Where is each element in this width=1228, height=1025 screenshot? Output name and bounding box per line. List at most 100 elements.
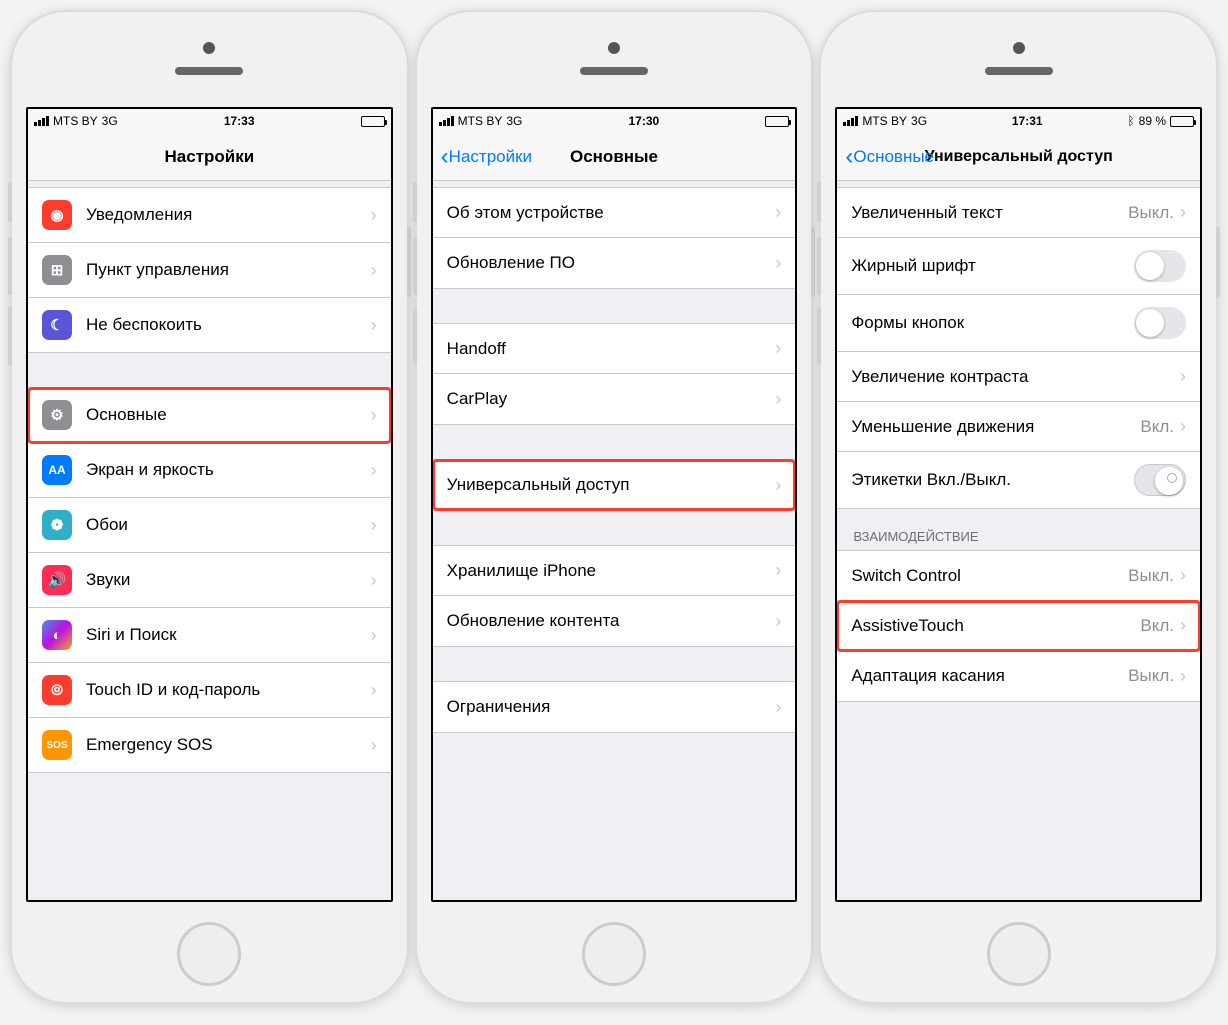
chevron-right-icon: › — [775, 560, 781, 581]
row-label: Хранилище iPhone — [447, 561, 776, 581]
row-label: Siri и Поиск — [86, 625, 371, 645]
row-switch-control[interactable]: Switch Control Выкл. › — [837, 551, 1200, 601]
row-software-update[interactable]: Обновление ПО › — [433, 238, 796, 288]
status-time: 17:31 — [927, 114, 1127, 128]
front-camera-icon — [608, 42, 620, 54]
row-onoff-labels[interactable]: Этикетки Вкл./Выкл. — [837, 452, 1200, 508]
row-label: Не беспокоить — [86, 315, 371, 335]
row-label: Формы кнопок — [851, 313, 1134, 333]
row-storage[interactable]: Хранилище iPhone › — [433, 546, 796, 596]
chevron-right-icon: › — [1180, 366, 1186, 387]
back-label: Основные — [853, 147, 934, 167]
chevron-right-icon: › — [371, 405, 377, 426]
toggle-bold-text[interactable] — [1134, 250, 1186, 282]
status-time: 17:30 — [522, 114, 765, 128]
siri-icon: ◐ — [42, 620, 72, 650]
row-label: Увеличенный текст — [851, 203, 1128, 223]
sound-icon: 🔊 — [42, 565, 72, 595]
notifications-icon: ◉ — [42, 200, 72, 230]
row-handoff[interactable]: Handoff › — [433, 324, 796, 374]
row-restrictions[interactable]: Ограничения › — [433, 682, 796, 732]
battery-pct: 89 % — [1139, 114, 1166, 128]
battery-icon — [765, 116, 789, 127]
screen-2: MTS BY 3G 17:30 ‹ Настройки Основные Об … — [431, 107, 798, 902]
accessibility-list: Увеличенный текст Выкл. › Жирный шрифт Ф… — [837, 181, 1200, 900]
row-reduce-motion[interactable]: Уменьшение движения Вкл. › — [837, 402, 1200, 452]
row-general[interactable]: ⚙ Основные › — [28, 388, 391, 443]
wallpaper-icon: ❁ — [42, 510, 72, 540]
page-title: Настройки — [28, 147, 391, 167]
screen-3: MTS BY 3G 17:31 ᛒ 89 % ‹ Основные Универ… — [835, 107, 1202, 902]
row-wallpaper[interactable]: ❁ Обои › — [28, 498, 391, 553]
carrier: MTS BY — [53, 114, 98, 128]
row-label: CarPlay — [447, 389, 776, 409]
row-label: Звуки — [86, 570, 371, 590]
back-button[interactable]: ‹ Основные — [845, 145, 934, 169]
home-button[interactable] — [987, 922, 1051, 986]
chevron-right-icon: › — [371, 625, 377, 646]
fingerprint-icon: ⦾ — [42, 675, 72, 705]
row-detail: Вкл. — [1140, 616, 1174, 636]
back-label: Настройки — [449, 147, 532, 167]
row-touch-accommodations[interactable]: Адаптация касания Выкл. › — [837, 651, 1200, 701]
row-about[interactable]: Об этом устройстве › — [433, 188, 796, 238]
chevron-right-icon: › — [775, 338, 781, 359]
row-larger-text[interactable]: Увеличенный текст Выкл. › — [837, 188, 1200, 238]
row-siri[interactable]: ◐ Siri и Поиск › — [28, 608, 391, 663]
nav-bar: Настройки — [28, 133, 391, 181]
row-label: Switch Control — [851, 566, 1128, 586]
chevron-right-icon: › — [1180, 615, 1186, 636]
phone-frame-2: MTS BY 3G 17:30 ‹ Настройки Основные Об … — [417, 12, 812, 1002]
chevron-right-icon: › — [1180, 666, 1186, 687]
row-background-refresh[interactable]: Обновление контента › — [433, 596, 796, 646]
row-label: Handoff — [447, 339, 776, 359]
toggle-onoff-labels[interactable] — [1134, 464, 1186, 496]
row-label: Основные — [86, 405, 371, 425]
row-sos[interactable]: SOS Emergency SOS › — [28, 718, 391, 772]
row-label: Адаптация касания — [851, 666, 1128, 686]
front-camera-icon — [1013, 42, 1025, 54]
row-assistivetouch[interactable]: AssistiveTouch Вкл. › — [837, 601, 1200, 651]
speaker-icon — [580, 67, 648, 75]
row-carplay[interactable]: CarPlay › — [433, 374, 796, 424]
row-label: Пункт управления — [86, 260, 371, 280]
chevron-right-icon: › — [775, 389, 781, 410]
row-touchid[interactable]: ⦾ Touch ID и код-пароль › — [28, 663, 391, 718]
battery-icon — [1170, 116, 1194, 127]
row-detail: Вкл. — [1140, 417, 1174, 437]
row-notifications[interactable]: ◉ Уведомления › — [28, 188, 391, 243]
home-button[interactable] — [177, 922, 241, 986]
chevron-right-icon: › — [371, 515, 377, 536]
row-increase-contrast[interactable]: Увеличение контраста › — [837, 352, 1200, 402]
screen-1: MTS BY 3G 17:33 Настройки ◉ Уведомления … — [26, 107, 393, 902]
row-label: Уведомления — [86, 205, 371, 225]
gear-icon: ⚙ — [42, 400, 72, 430]
status-time: 17:33 — [118, 114, 361, 128]
row-control-center[interactable]: ⊞ Пункт управления › — [28, 243, 391, 298]
nav-bar: ‹ Настройки Основные — [433, 133, 796, 181]
chevron-right-icon: › — [1180, 565, 1186, 586]
signal-icon — [439, 116, 454, 126]
chevron-right-icon: › — [1180, 416, 1186, 437]
row-display[interactable]: AA Экран и яркость › — [28, 443, 391, 498]
battery-icon — [361, 116, 385, 127]
row-sounds[interactable]: 🔊 Звуки › — [28, 553, 391, 608]
chevron-left-icon: ‹ — [441, 145, 449, 169]
row-detail: Выкл. — [1128, 203, 1174, 223]
display-icon: AA — [42, 455, 72, 485]
back-button[interactable]: ‹ Настройки — [441, 145, 532, 169]
chevron-right-icon: › — [775, 253, 781, 274]
chevron-right-icon: › — [775, 475, 781, 496]
toggle-button-shapes[interactable] — [1134, 307, 1186, 339]
home-button[interactable] — [582, 922, 646, 986]
bluetooth-icon: ᛒ — [1127, 114, 1134, 128]
chevron-right-icon: › — [775, 697, 781, 718]
row-accessibility[interactable]: Универсальный доступ › — [433, 460, 796, 510]
row-label: Экран и яркость — [86, 460, 371, 480]
row-bold-text[interactable]: Жирный шрифт — [837, 238, 1200, 295]
carrier: MTS BY — [458, 114, 503, 128]
row-button-shapes[interactable]: Формы кнопок — [837, 295, 1200, 352]
row-dnd[interactable]: ☾ Не беспокоить › — [28, 298, 391, 352]
chevron-right-icon: › — [371, 735, 377, 756]
chevron-left-icon: ‹ — [845, 145, 853, 169]
